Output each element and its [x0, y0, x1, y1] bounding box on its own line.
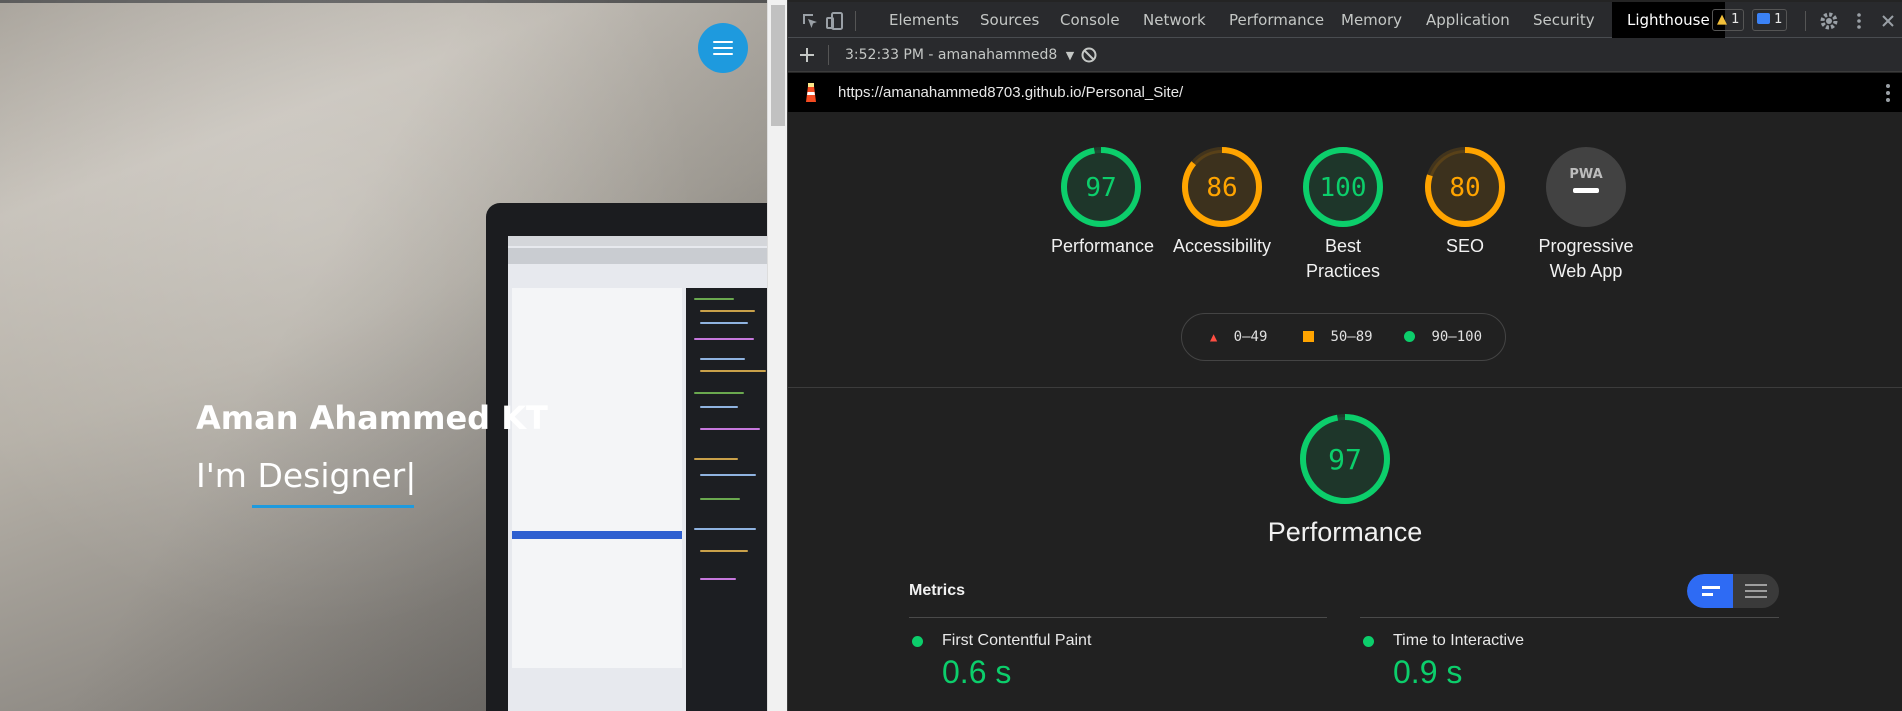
metrics-divider: [1360, 617, 1779, 618]
screen-menubar: [508, 236, 767, 246]
report-url[interactable]: https://amanahammed8703.github.io/Person…: [838, 84, 1183, 101]
tab-sources[interactable]: Sources: [980, 2, 1039, 38]
compact-view-icon: [1702, 586, 1720, 596]
legend-pass: 90–100: [1404, 329, 1482, 345]
devtools-panel: Elements Sources Console Network Perform…: [788, 0, 1902, 711]
expanded-view-button[interactable]: [1733, 574, 1779, 608]
gauge-pwa[interactable]: PWA Progressive Web App: [1526, 146, 1646, 284]
message-icon: [1757, 13, 1770, 24]
gauge-seo[interactable]: 80 SEO: [1415, 146, 1515, 259]
compact-view-button[interactable]: [1687, 574, 1733, 608]
toolbar-separator: [855, 11, 856, 31]
gauge-score: 100: [1320, 173, 1367, 203]
messages-count: 1: [1774, 12, 1783, 27]
category-score: 97: [1328, 443, 1362, 476]
hero-role-typing-text: I'm Designer|: [196, 456, 417, 495]
gauge-ring: 97: [1300, 414, 1390, 504]
chevron-down-icon: ▼: [1065, 49, 1075, 62]
toolbar-separator: [1805, 11, 1806, 31]
lighthouse-report: 97 Performance 86 Accessibility 100 Best…: [788, 112, 1902, 711]
website-viewport: Aman Ahammed KT I'm Designer|: [0, 0, 767, 711]
legend-average: 50–89: [1303, 329, 1373, 345]
score-scale-legend: ▲ 0–49 50–89 90–100: [1181, 313, 1506, 361]
metric-name: First Contentful Paint: [942, 632, 1092, 649]
legend-fail: ▲ 0–49: [1210, 329, 1268, 345]
tab-elements[interactable]: Elements: [889, 2, 959, 38]
square-icon: [1303, 331, 1314, 342]
close-devtools-icon[interactable]: [1881, 11, 1895, 31]
lighthouse-toolbar: 3:52:33 PM - amanahammed8 ▼: [788, 38, 1902, 72]
tab-lighthouse[interactable]: Lighthouse: [1612, 2, 1725, 38]
warnings-badge[interactable]: ▲ 1: [1712, 9, 1745, 31]
tab-network[interactable]: Network: [1143, 2, 1206, 38]
tab-console[interactable]: Console: [1060, 2, 1120, 38]
warning-icon: ▲: [1717, 12, 1727, 27]
screen-file-tree: [512, 288, 682, 668]
section-divider: [788, 387, 1902, 388]
metrics-divider: [909, 617, 1327, 618]
metric-status-dot: [1363, 636, 1374, 647]
gauge-label: Accessibility: [1172, 236, 1272, 256]
tab-application[interactable]: Application: [1426, 2, 1510, 38]
tab-performance[interactable]: Performance: [1229, 2, 1324, 38]
gauge-score: 86: [1206, 173, 1237, 203]
pwa-badge-text: PWA: [1569, 167, 1602, 182]
metric-value: 0.6 s: [942, 654, 1012, 690]
page-scrollbar[interactable]: [767, 0, 787, 711]
list-view-icon: [1745, 584, 1767, 598]
tab-security[interactable]: Security: [1533, 2, 1595, 38]
report-menu-icon[interactable]: [1884, 82, 1892, 109]
warnings-count: 1: [1731, 12, 1740, 27]
hero-underline: [252, 505, 414, 508]
triangle-icon: ▲: [1210, 330, 1218, 344]
gauge-ring: 100: [1303, 147, 1383, 227]
report-selector[interactable]: 3:52:33 PM - amanahammed8 ▼: [845, 47, 1074, 63]
metric-value: 0.9 s: [1393, 654, 1463, 690]
laptop-screen-image: [508, 236, 767, 711]
hero-name: Aman Ahammed KT: [196, 399, 548, 437]
lighthouse-logo-icon: [803, 82, 819, 109]
messages-badge[interactable]: 1: [1752, 9, 1788, 31]
gauge-label: Progressive Web App: [1538, 236, 1634, 281]
hamburger-icon: [713, 41, 733, 55]
devtools-tab-bar: Elements Sources Console Network Perform…: [788, 2, 1902, 38]
scrollbar-thumb[interactable]: [771, 5, 785, 126]
gauge-score: 80: [1449, 173, 1480, 203]
gauge-ring: 86: [1182, 147, 1262, 227]
tab-memory[interactable]: Memory: [1341, 2, 1402, 38]
gauge-accessibility[interactable]: 86 Accessibility: [1172, 146, 1272, 259]
gauge-label: Best Practices: [1305, 236, 1381, 281]
gauge-best-practices[interactable]: 100 Best Practices: [1293, 146, 1393, 284]
gauge-label: Performance: [1051, 236, 1155, 256]
screen-selected-row: [512, 531, 682, 539]
settings-gear-icon[interactable]: [1819, 11, 1839, 31]
hamburger-menu-button[interactable]: [698, 23, 748, 73]
toolbar-separator: [828, 45, 829, 65]
gauge-score: 97: [1085, 173, 1116, 203]
category-title: Performance: [1267, 517, 1423, 547]
metrics-heading: Metrics: [909, 582, 966, 599]
circle-icon: [1404, 331, 1415, 342]
inspect-element-icon[interactable]: [800, 11, 820, 31]
metrics-view-toggle[interactable]: [1687, 574, 1779, 608]
metric-name: Time to Interactive: [1393, 632, 1525, 649]
category-gauge-performance: 97: [1299, 413, 1391, 505]
clear-reports-icon[interactable]: [1079, 45, 1099, 65]
more-options-icon[interactable]: [1849, 11, 1869, 31]
gauge-ring: 80: [1425, 147, 1505, 227]
pwa-badge-icon: PWA: [1546, 147, 1626, 227]
gauge-performance[interactable]: 97 Performance: [1051, 146, 1155, 259]
device-toolbar-icon[interactable]: [825, 11, 845, 31]
new-report-plus-icon[interactable]: [797, 45, 817, 65]
metric-status-dot: [912, 636, 923, 647]
gauge-ring: 97: [1061, 147, 1141, 227]
gauge-label: SEO: [1445, 236, 1484, 256]
screen-toolbar: [508, 248, 767, 264]
screen-code-panel: [686, 288, 767, 711]
report-selector-label: 3:52:33 PM - amanahammed8: [845, 47, 1058, 63]
report-url-bar: https://amanahammed8703.github.io/Person…: [788, 73, 1902, 112]
